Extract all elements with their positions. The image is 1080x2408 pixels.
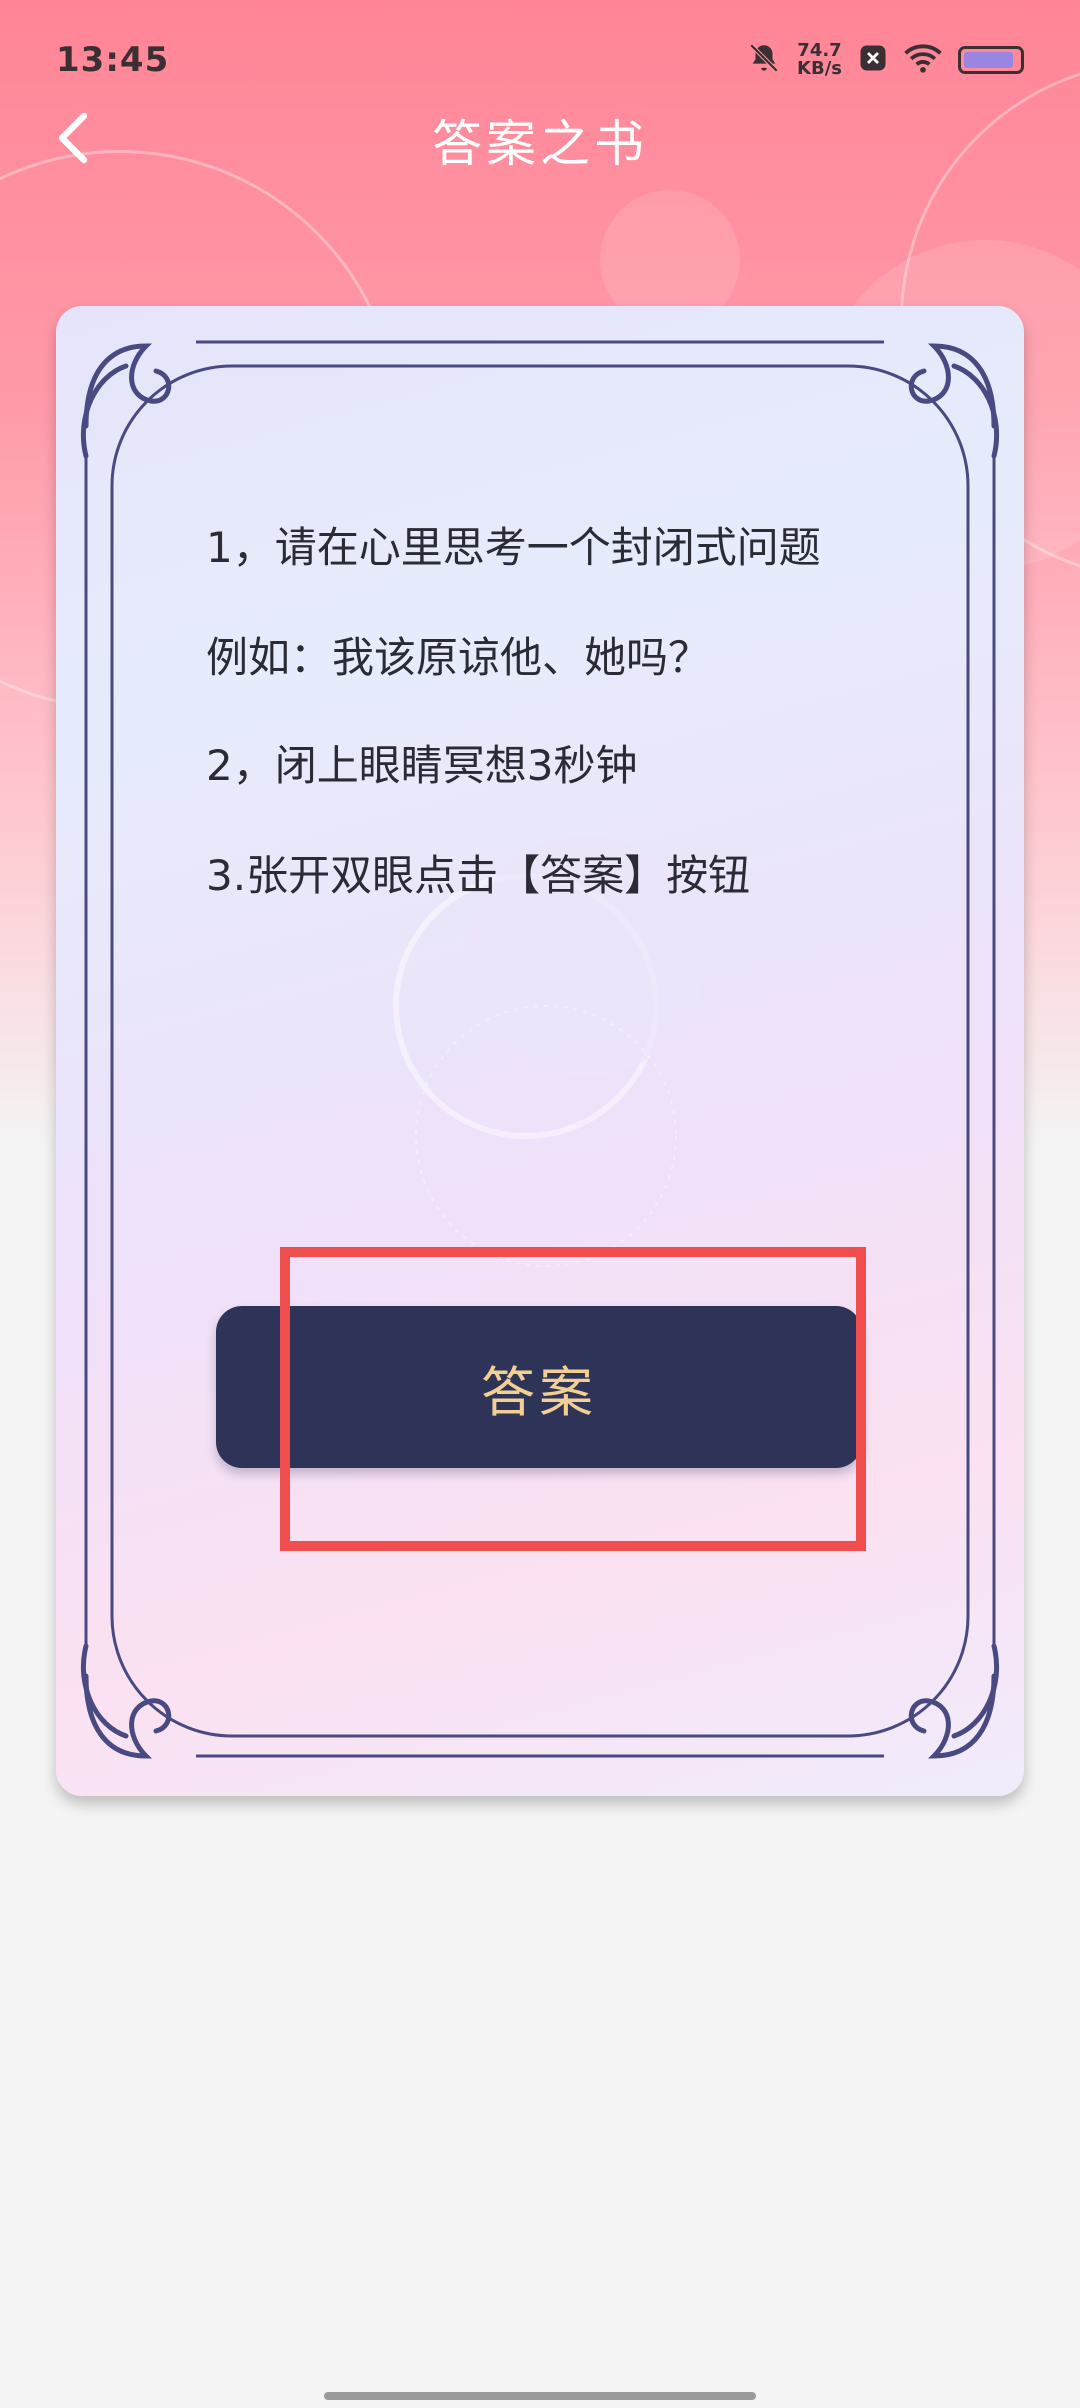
status-icons: 74.7 KB/s	[747, 41, 1024, 79]
instruction-step-2: 2，闭上眼睛冥想3秒钟	[206, 741, 638, 790]
battery-icon	[958, 46, 1024, 74]
status-time: 13:45	[56, 40, 170, 80]
highlight-box	[280, 1247, 866, 1551]
home-indicator[interactable]	[324, 2392, 756, 2400]
instruction-example: 例如：我该原谅他、她吗？	[206, 633, 711, 682]
back-button[interactable]	[32, 100, 112, 180]
app-header: 答案之书	[0, 100, 1080, 180]
network-speed: 74.7 KB/s	[797, 42, 842, 78]
instructions-text: 1，请在心里思考一个封闭式问题 例如：我该原谅他、她吗？ 2，闭上眼睛冥想3秒钟…	[206, 524, 906, 962]
network-speed-unit: KB/s	[797, 58, 842, 79]
instruction-step-3: 3.张开双眼点击【答案】按钮	[206, 851, 751, 900]
bell-muted-icon	[747, 41, 781, 79]
wifi-icon	[904, 42, 942, 78]
page-title: 答案之书	[432, 115, 648, 173]
chevron-left-icon	[52, 110, 92, 170]
instruction-card: 1，请在心里思考一个封闭式问题 例如：我该原谅他、她吗？ 2，闭上眼睛冥想3秒钟…	[56, 306, 1024, 1796]
close-box-icon	[858, 43, 888, 77]
instruction-step-1: 1，请在心里思考一个封闭式问题	[206, 523, 821, 572]
battery-level	[964, 52, 1013, 68]
